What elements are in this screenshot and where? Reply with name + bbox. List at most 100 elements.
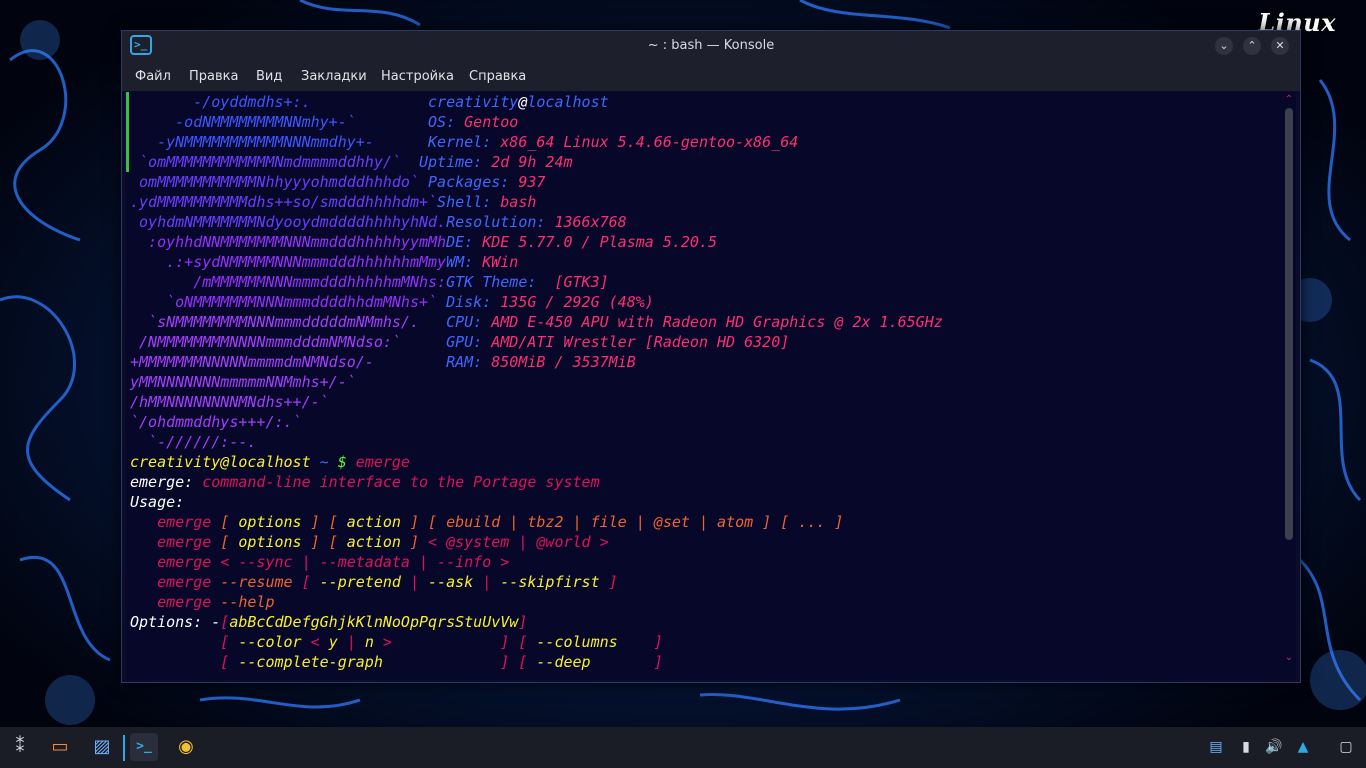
usb-device-icon[interactable]: ▮	[1237, 738, 1255, 756]
terminal-text: --skipfirst	[491, 573, 609, 591]
terminal-text: ]	[409, 533, 419, 551]
menu-view[interactable]: Вид	[256, 69, 282, 84]
terminal-text: ]	[310, 513, 320, 531]
terminal-text: GPU:	[446, 333, 492, 351]
terminal-line: Usage:	[130, 492, 184, 512]
activity-marker	[126, 92, 129, 172]
terminal-line: oyhdmNMMMMMMMNdyooydmddddhhhhyhNd.Resolu…	[130, 212, 627, 232]
terminal-text: `omMMMMMMMMMMMMNmdmmmmddhhy/`	[130, 153, 419, 171]
terminal-line: +MMMMMMMNNNNNmmmmdmNMNdso/- RAM: 850MiB …	[130, 352, 636, 372]
terminal-text: OS:	[428, 113, 465, 131]
terminal-text: `oNMMMMMMMNNNmmmddddhhdmMNhs+`	[130, 293, 447, 311]
show-desktop-icon[interactable]: ▢	[1337, 738, 1355, 756]
terminal-output[interactable]: -/oyddmdhs+:. creativity@localhost -odNM…	[126, 92, 1282, 680]
terminal-text: RAM:	[446, 353, 492, 371]
terminal-line: -odNMMMMMMMMNNmhy+-` OS: Gentoo	[130, 112, 518, 132]
terminal-text: 2d 9h 24m	[491, 153, 573, 171]
terminal-text: ]	[310, 533, 320, 551]
menu-edit[interactable]: Правка	[189, 69, 238, 84]
terminal-text: emerge	[346, 453, 410, 471]
terminal-line: [ --complete-graph ] [ --deep ]	[130, 652, 663, 672]
scroll-down-icon[interactable]: ⌄	[1283, 652, 1295, 664]
terminal-line: /mMMMMMMNNNmmmdddhhhhhmMNhs:GTK Theme: […	[130, 272, 609, 292]
terminal-text: [ ebuild | tbz2 | file | @set | atom ] […	[419, 513, 844, 531]
close-button[interactable]: ✕	[1271, 37, 1289, 55]
terminal-text: --pretend	[310, 573, 410, 591]
terminal-text: .:+sydNMMMMMNNNmmmdddhhhhhhmMmy	[130, 253, 447, 271]
terminal-text: ~	[310, 453, 338, 471]
terminal-text: [	[220, 613, 230, 631]
scrollbar-thumb[interactable]	[1285, 108, 1293, 540]
tray-expand-icon[interactable]: ▲	[1294, 738, 1312, 756]
terminal-text: `/ohdmmddhys+++/:.`	[130, 413, 302, 431]
terminal-text: --complete-graph	[238, 653, 383, 671]
terminal-text: >	[373, 633, 392, 651]
menu-bookmarks[interactable]: Закладки	[301, 69, 367, 84]
terminal-text: bash	[500, 193, 537, 211]
terminal-line: emerge [ options ] [ action ] < @system …	[130, 532, 609, 552]
minimize-button[interactable]: ⌄	[1215, 37, 1233, 55]
active-window-marker	[123, 735, 125, 761]
terminal-text: KWin	[482, 253, 519, 271]
clipboard-icon[interactable]: ▤	[1207, 738, 1225, 756]
system-monitor-icon[interactable]: ▨	[88, 733, 116, 761]
terminal-text: |	[337, 633, 365, 651]
terminal-text: [GTK3]	[545, 273, 609, 291]
terminal-text: /NMMMMMMMMNNNNmmmdddmNMNdso:`	[130, 333, 447, 351]
menu-file[interactable]: Файл	[135, 69, 171, 84]
menu-help[interactable]: Справка	[469, 69, 526, 84]
terminal-text: Shell:	[437, 193, 501, 211]
terminal-text: @	[518, 93, 528, 111]
volume-icon[interactable]: 🔊	[1265, 738, 1283, 756]
terminal-text: --columns	[536, 633, 618, 651]
title-bar[interactable]: >_ ~ : bash — Konsole ⌄ ⌃ ✕	[122, 31, 1300, 61]
maximize-button[interactable]: ⌃	[1243, 37, 1261, 55]
terminal-line: omMMMMMMMMMMMNhhyyyohmdddhhhdo` Packages…	[130, 172, 545, 192]
terminal-text: /hMMNNNNNNNNMNdhs++/-`	[130, 393, 329, 411]
terminal-text: -	[202, 613, 221, 631]
scroll-up-icon[interactable]: ⌃	[1283, 94, 1295, 106]
terminal-text: n	[364, 633, 374, 651]
terminal-text: --deep	[536, 653, 591, 671]
terminal-text: ]	[518, 613, 528, 631]
terminal-line: /NMMMMMMMMNNNNmmmdddmNMNdso:` GPU: AMD/A…	[130, 332, 789, 352]
terminal-text: |	[409, 573, 419, 591]
terminal-line: .ydMMMMMMMMMMdhs++so/smdddhhhhdm+`Shell:…	[130, 192, 536, 212]
terminal-text: -odNMMMMMMMMNNmhy+-`	[130, 113, 429, 131]
terminal-text: CPU:	[446, 313, 492, 331]
terminal-text: 850MiB / 3537MiB	[491, 353, 636, 371]
app-launcher-icon[interactable]: ⁑	[6, 733, 34, 761]
terminal-text: emerge	[130, 513, 221, 531]
terminal-text: :oyhhdNNMMMMMMMNNNmmdddhhhhhyymMh	[130, 233, 447, 251]
terminal-text: KDE 5.77.0 / Plasma 5.20.5	[482, 233, 718, 251]
terminal-text: abBcCdDefgGhjkKlnNoOpPqrsStuUvVw	[229, 613, 519, 631]
konsole-icon[interactable]: >_	[130, 733, 158, 761]
terminal-line: `omMMMMMMMMMMMMNmdmmmmddhhy/` Uptime: 2d…	[130, 152, 573, 172]
terminal-text: 135G / 292G (48%)	[500, 293, 654, 311]
terminal-text: Options:	[130, 613, 203, 631]
terminal-text: options	[229, 513, 311, 531]
taskbar: ⁑ ▭ ▨ >_ ◉ ▤ ▮ 🔊 ▲ ▢	[0, 727, 1366, 768]
terminal-line: creativity@localhost ~ $ emerge	[130, 452, 410, 472]
terminal-text: $	[337, 453, 347, 471]
chrome-icon[interactable]: ◉	[172, 733, 200, 761]
terminal-text: `sNMMMMMMMMNNNmmmdddddmNMmhs/.	[130, 313, 447, 331]
terminal-line: emerge: command-line interface to the Po…	[130, 472, 600, 492]
terminal-line: `sNMMMMMMMMNNNmmmdddddmNMmhs/. CPU: AMD …	[130, 312, 943, 332]
terminal-line: emerge --resume [ --pretend | --ask | --…	[130, 572, 618, 592]
terminal-text: ]	[409, 513, 419, 531]
terminal-text: |	[482, 573, 492, 591]
menu-settings[interactable]: Настройка	[381, 69, 454, 84]
terminal-text: --help	[220, 593, 275, 611]
terminal-text: /mMMMMMMNNNmmmdddhhhhhmMNhs:	[130, 273, 447, 291]
terminal-line: :oyhhdNNMMMMMMMNNNmmdddhhhhhyymMhDE: KDE…	[130, 232, 717, 252]
file-manager-icon[interactable]: ▭	[46, 733, 74, 761]
terminal-text: omMMMMMMMMMMMNhhyyyohmdddhhhdo`	[130, 173, 429, 191]
terminal-line: emerge < --sync | --metadata | --info >	[130, 552, 509, 572]
terminal-text: Disk:	[446, 293, 501, 311]
scrollbar[interactable]: ⌃ ⌄	[1282, 92, 1296, 680]
terminal-text: 1366x768	[554, 213, 627, 231]
terminal-text: creativity	[428, 93, 519, 111]
terminal-text: Kernel:	[428, 133, 501, 151]
